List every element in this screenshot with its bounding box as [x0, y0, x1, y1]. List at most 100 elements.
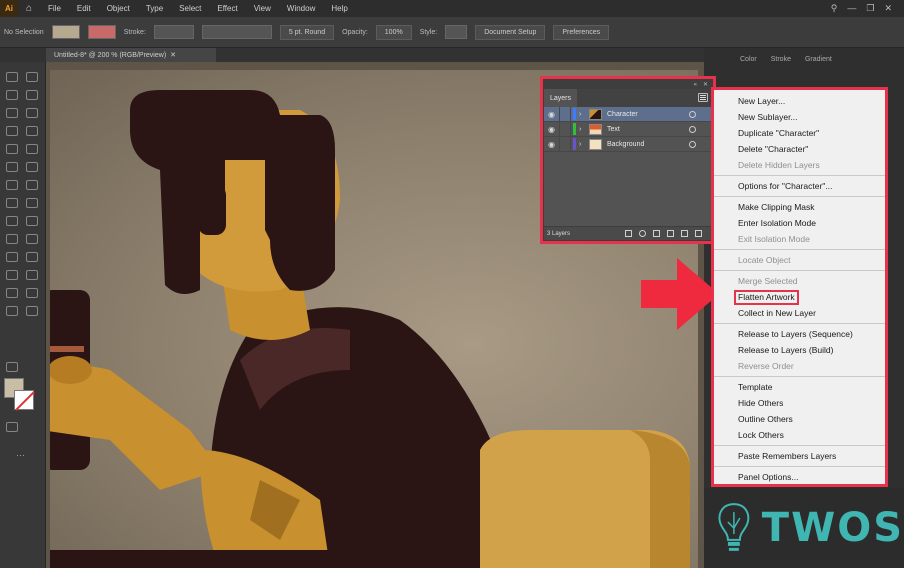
- tab-color[interactable]: Color: [740, 56, 757, 63]
- shaper-tool-icon[interactable]: [6, 162, 18, 172]
- mesh-tool-icon[interactable]: [6, 234, 18, 244]
- tab-gradient[interactable]: Gradient: [805, 56, 832, 63]
- layer-row-text[interactable]: ◉ › Text: [544, 121, 712, 137]
- type-tool-icon[interactable]: [6, 126, 18, 136]
- hand-tool-icon[interactable]: [6, 306, 18, 316]
- pen-tool-icon[interactable]: [6, 108, 18, 118]
- expand-chevron-icon[interactable]: ›: [579, 111, 589, 118]
- menu-item-collect-in-new-layer[interactable]: Collect in New Layer: [714, 305, 885, 321]
- menu-effect[interactable]: Effect: [209, 4, 245, 13]
- menu-item-outline-others[interactable]: Outline Others: [714, 411, 885, 427]
- target-circle-icon[interactable]: [689, 140, 696, 148]
- selection-tool-icon[interactable]: [6, 72, 18, 82]
- menu-item-new-layer[interactable]: New Layer...: [714, 93, 885, 109]
- layer-row-character[interactable]: ◉ › Character: [544, 106, 712, 122]
- home-icon[interactable]: ⌂: [18, 0, 40, 17]
- artboard-tool-icon[interactable]: [6, 288, 18, 298]
- stroke-color-swatch[interactable]: [14, 390, 34, 410]
- variable-width-field[interactable]: [201, 25, 272, 39]
- menu-item-new-sublayer[interactable]: New Sublayer...: [714, 109, 885, 125]
- menu-item-lock-others[interactable]: Lock Others: [714, 427, 885, 443]
- rotate-tool-icon[interactable]: [6, 180, 18, 190]
- symbol-sprayer-tool-icon[interactable]: [6, 270, 18, 280]
- zoom-tool-icon[interactable]: [26, 306, 38, 316]
- restore-icon[interactable]: ❐: [866, 3, 874, 14]
- warp-tool-icon[interactable]: [6, 198, 18, 208]
- menu-select[interactable]: Select: [171, 4, 209, 13]
- eyedropper-tool-icon[interactable]: [6, 252, 18, 262]
- fill-swatch[interactable]: [51, 25, 80, 39]
- make-clipping-mask-icon[interactable]: [653, 230, 660, 237]
- menu-item-hide-others[interactable]: Hide Others: [714, 395, 885, 411]
- close-icon[interactable]: ✕: [884, 3, 892, 14]
- close-tab-icon[interactable]: ✕: [170, 51, 176, 59]
- search-icon[interactable]: ⚲: [831, 3, 838, 14]
- slice-tool-icon[interactable]: [26, 288, 38, 298]
- drawing-mode-icon[interactable]: [6, 362, 18, 372]
- preferences-button[interactable]: Preferences: [553, 24, 610, 40]
- column-graph-tool-icon[interactable]: [26, 270, 38, 280]
- visibility-eye-icon[interactable]: ◉: [544, 125, 559, 134]
- menu-item-delete-character[interactable]: Delete "Character": [714, 141, 885, 157]
- opacity-field[interactable]: 100%: [375, 24, 412, 40]
- layer-row-background[interactable]: ◉ › Background: [544, 136, 712, 152]
- visibility-eye-icon[interactable]: ◉: [544, 140, 559, 149]
- eraser-tool-icon[interactable]: [26, 162, 38, 172]
- collapse-panel-icon[interactable]: «: [694, 82, 697, 88]
- menu-view[interactable]: View: [246, 4, 279, 13]
- magic-wand-tool-icon[interactable]: [6, 90, 18, 100]
- expand-chevron-icon[interactable]: ›: [579, 126, 589, 133]
- menu-item-panel-options[interactable]: Panel Options...: [714, 469, 885, 485]
- menu-item-release-to-layers-sequence[interactable]: Release to Layers (Sequence): [714, 326, 885, 342]
- menu-item-flatten-artwork[interactable]: Flatten Artwork: [714, 289, 885, 305]
- perspective-grid-tool-icon[interactable]: [26, 216, 38, 226]
- close-panel-icon[interactable]: ✕: [703, 81, 708, 88]
- minimize-icon[interactable]: —: [847, 3, 856, 14]
- menu-type[interactable]: Type: [138, 4, 171, 13]
- target-circle-icon[interactable]: [689, 110, 696, 118]
- curvature-tool-icon[interactable]: [26, 108, 38, 118]
- layers-tab[interactable]: Layers: [544, 89, 578, 107]
- lasso-tool-icon[interactable]: [26, 90, 38, 100]
- free-transform-tool-icon[interactable]: [26, 198, 38, 208]
- target-circle-icon[interactable]: [689, 125, 696, 133]
- menu-item-options-for-character[interactable]: Options for "Character"...: [714, 178, 885, 194]
- locate-object-icon[interactable]: [639, 230, 646, 237]
- brush-definition-select[interactable]: 5 pt. Round: [279, 24, 335, 40]
- visibility-eye-icon[interactable]: ◉: [544, 110, 559, 119]
- stroke-swatch[interactable]: [87, 25, 116, 39]
- new-layer-icon[interactable]: [681, 230, 688, 237]
- menu-item-make-clipping-mask[interactable]: Make Clipping Mask: [714, 199, 885, 215]
- menu-edit[interactable]: Edit: [69, 4, 99, 13]
- lock-toggle[interactable]: [559, 121, 571, 137]
- document-tab[interactable]: Untitled-8* @ 200 % (RGB/Preview) ✕: [46, 48, 216, 62]
- more-tools-icon[interactable]: ···: [16, 450, 25, 460]
- lock-toggle[interactable]: [559, 136, 571, 152]
- panel-menu-icon[interactable]: [698, 93, 708, 102]
- menu-item-release-to-layers-build[interactable]: Release to Layers (Build): [714, 342, 885, 358]
- menu-help[interactable]: Help: [323, 4, 355, 13]
- create-sublayer-icon[interactable]: [667, 230, 674, 237]
- menu-item-paste-remembers-layers[interactable]: Paste Remembers Layers: [714, 448, 885, 464]
- export-icon[interactable]: [625, 230, 632, 237]
- blend-tool-icon[interactable]: [26, 252, 38, 262]
- direct-selection-tool-icon[interactable]: [26, 72, 38, 82]
- document-setup-button[interactable]: Document Setup: [475, 24, 546, 40]
- tab-stroke[interactable]: Stroke: [771, 56, 791, 63]
- expand-chevron-icon[interactable]: ›: [579, 141, 589, 148]
- menu-item-template[interactable]: Template: [714, 379, 885, 395]
- menu-file[interactable]: File: [40, 4, 69, 13]
- menu-window[interactable]: Window: [279, 4, 323, 13]
- rectangle-tool-icon[interactable]: [6, 144, 18, 154]
- screen-mode-icon[interactable]: [6, 422, 18, 432]
- menu-item-duplicate-character[interactable]: Duplicate "Character": [714, 125, 885, 141]
- menu-object[interactable]: Object: [99, 4, 138, 13]
- gradient-tool-icon[interactable]: [26, 234, 38, 244]
- shape-builder-tool-icon[interactable]: [6, 216, 18, 226]
- paintbrush-tool-icon[interactable]: [26, 144, 38, 154]
- menu-item-enter-isolation-mode[interactable]: Enter Isolation Mode: [714, 215, 885, 231]
- scale-tool-icon[interactable]: [26, 180, 38, 190]
- line-tool-icon[interactable]: [26, 126, 38, 136]
- stroke-weight-field[interactable]: [153, 25, 194, 39]
- style-swatch[interactable]: [445, 25, 468, 39]
